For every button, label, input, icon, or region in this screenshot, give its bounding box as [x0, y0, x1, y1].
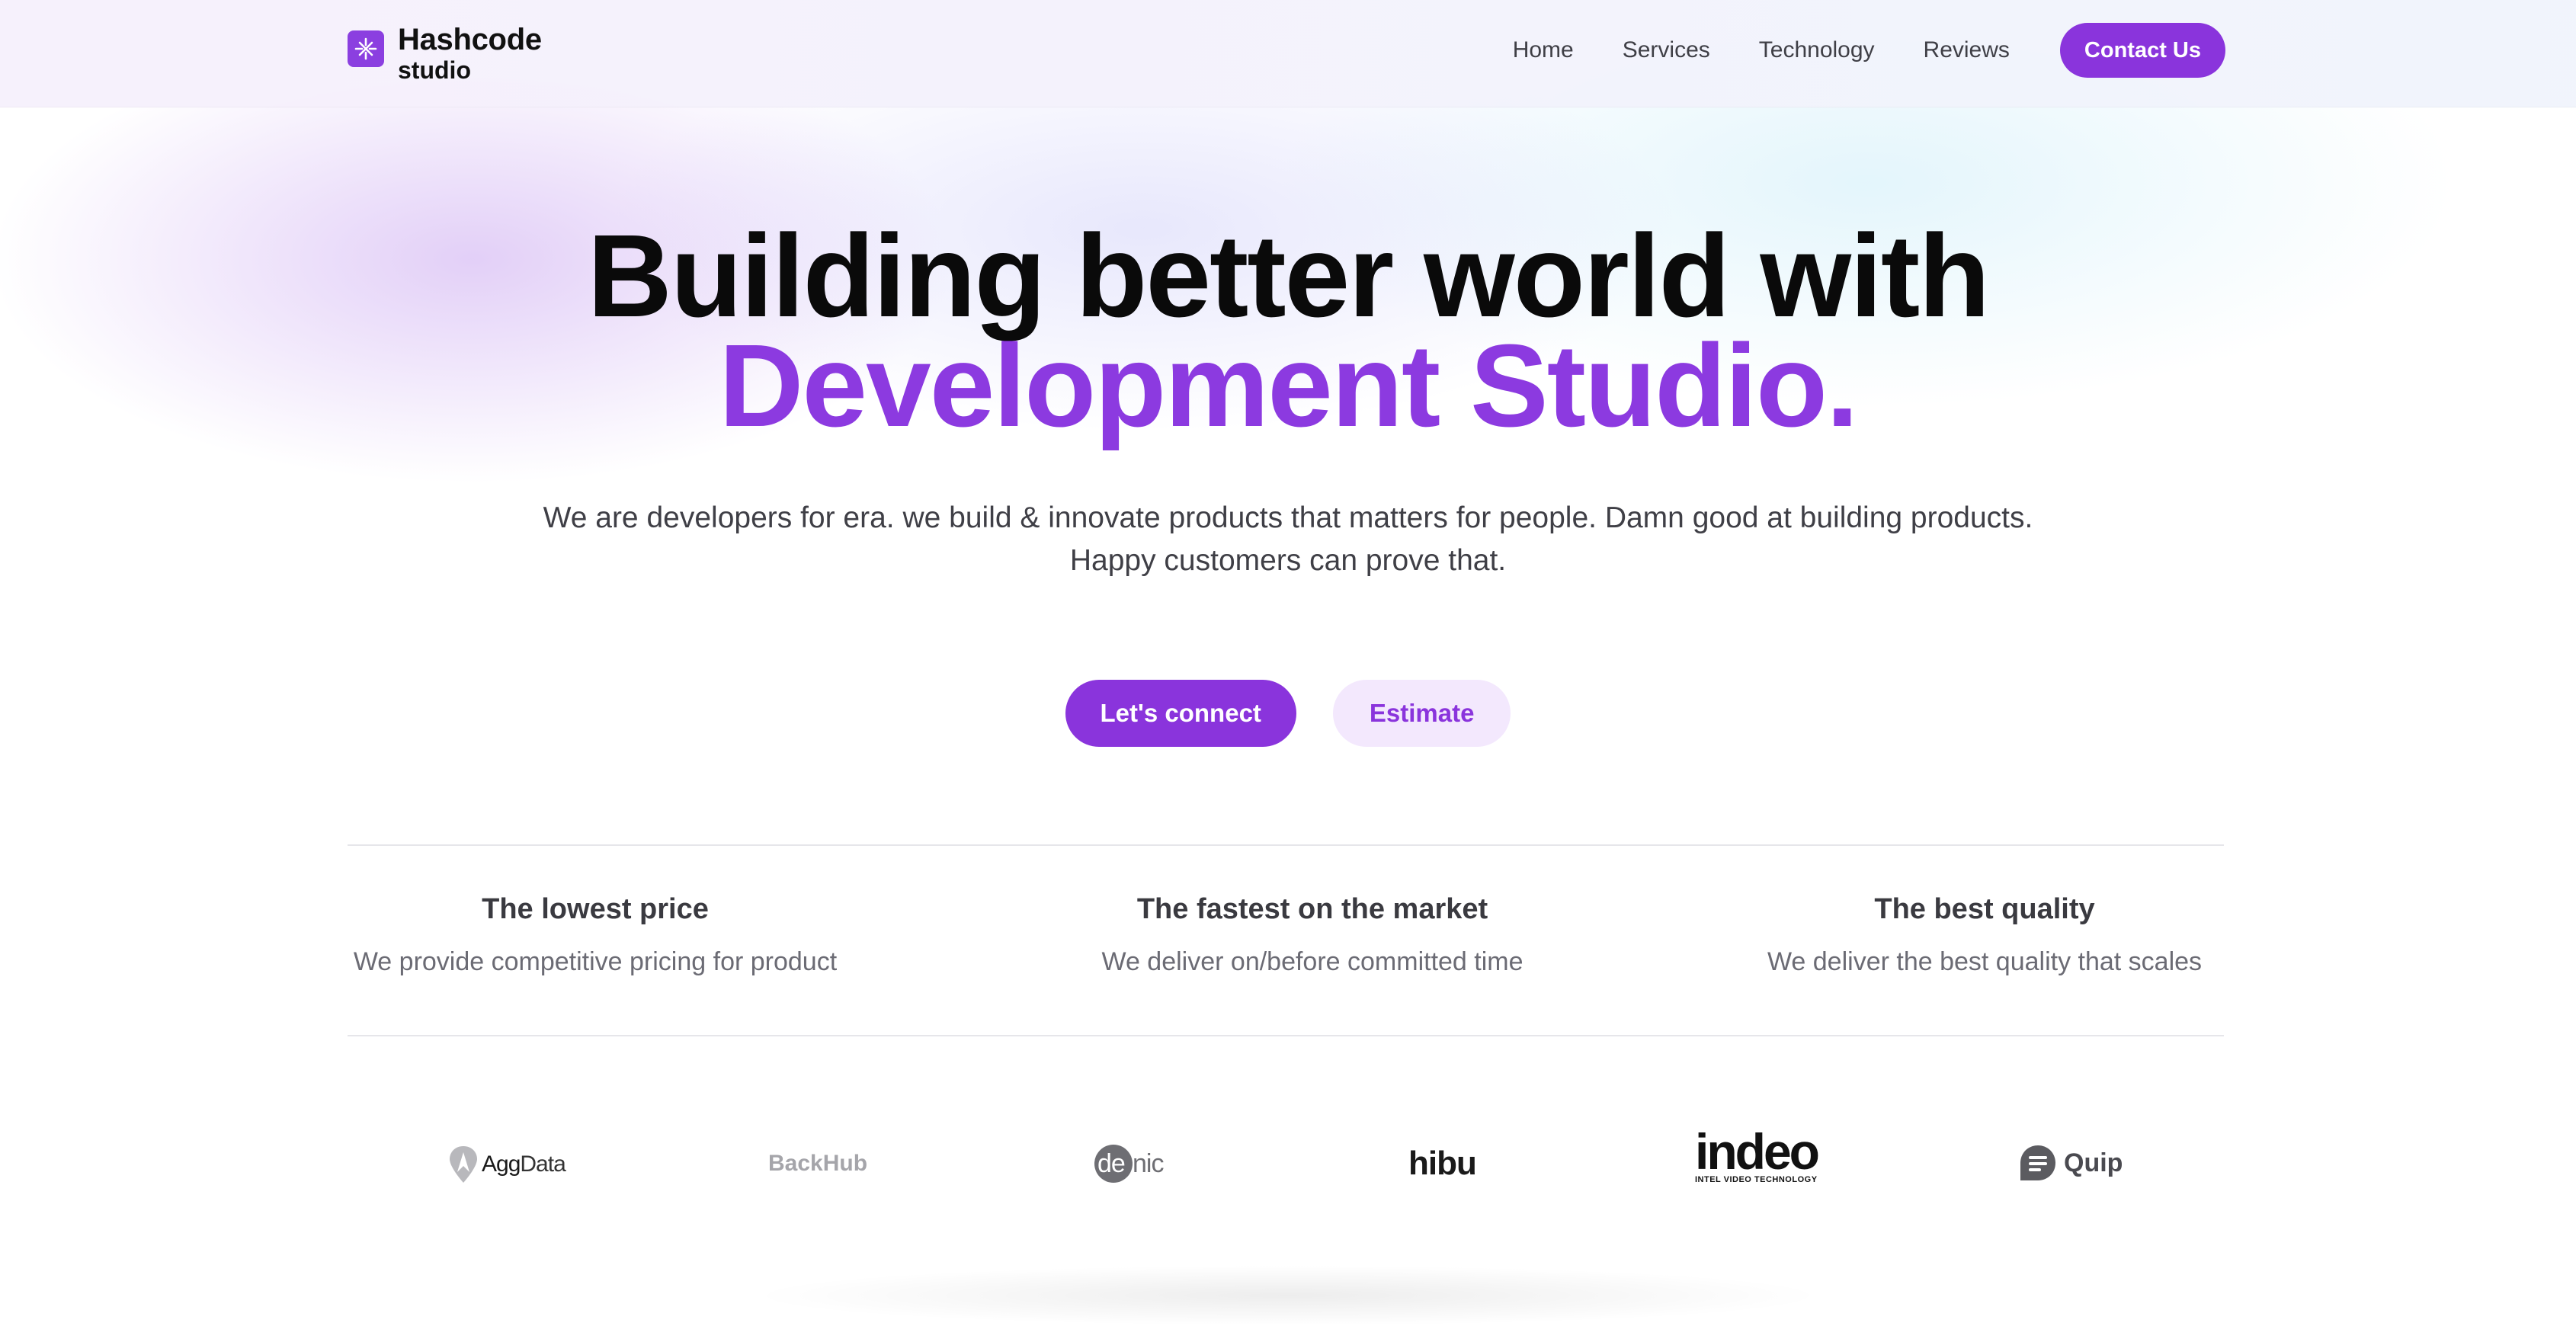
feature-description: We deliver on/before committed time — [1101, 947, 1523, 976]
aggdata-text-a: Agg — [482, 1151, 521, 1177]
hero-title: Building better world with Development S… — [0, 210, 2576, 451]
feature-title: The best quality — [1874, 893, 2095, 925]
logo-name: Hashcode — [398, 23, 542, 56]
feature-lowest-price: The lowest price We provide competitive … — [348, 893, 843, 977]
denic-text-b: nic — [1133, 1148, 1164, 1178]
main-nav: Home Services Technology Reviews Contact… — [1513, 23, 2225, 78]
features-section: The lowest price We provide competitive … — [348, 846, 2224, 1035]
logo-cross-icon — [348, 30, 384, 67]
denic-text-a: de — [1097, 1148, 1126, 1178]
nav-home[interactable]: Home — [1513, 37, 1574, 63]
aggdata-pin-icon — [450, 1146, 477, 1183]
backhub-text: BackHub — [768, 1151, 868, 1176]
brand-hibu-logo: hibu — [1408, 1145, 1477, 1183]
estimate-button[interactable]: Estimate — [1332, 680, 1511, 747]
feature-description: We provide competitive pricing for produ… — [353, 947, 838, 976]
indeo-text: indeo — [1695, 1123, 1820, 1180]
brand-indeo-logo: indeo INTEL VIDEO TECHNOLOGY — [1695, 1123, 1820, 1184]
brand-aggdata-logo: AggData — [448, 1145, 566, 1184]
nav-reviews[interactable]: Reviews — [1924, 37, 2010, 63]
feature-title: The lowest price — [482, 893, 709, 925]
nav-technology[interactable]: Technology — [1759, 37, 1875, 63]
hero-cta-row: Let's connect Estimate — [0, 680, 2576, 747]
hero-subtitle: We are developers for era. we build & in… — [488, 497, 2088, 582]
client-logos: AggData BackHub de nic hibu indeo INTEL … — [348, 1123, 2224, 1204]
brand-quip-logo: Quip — [2018, 1143, 2123, 1183]
indeo-tagline: INTEL VIDEO TECHNOLOGY — [1695, 1175, 1818, 1184]
quip-text: Quip — [2064, 1148, 2123, 1177]
feature-fastest: The fastest on the market We deliver on/… — [1099, 893, 1526, 977]
feature-best-quality: The best quality We deliver the best qua… — [1745, 893, 2224, 977]
hero-subtitle-line2: Happy customers can prove that. — [1069, 544, 1507, 577]
feature-description: We deliver the best quality that scales — [1767, 947, 2203, 976]
hero-title-highlight: Development Studio. — [719, 320, 1859, 451]
brand-backhub-logo: BackHub — [768, 1151, 867, 1177]
quip-bubble-icon — [2020, 1145, 2055, 1180]
hero-subtitle-line1: We are developers for era. we build & in… — [543, 501, 2033, 534]
site-header: Hashcode studio Home Services Technology… — [0, 0, 2576, 107]
aggdata-text-b: Data — [520, 1151, 566, 1177]
brand-denic-logo: de nic — [1094, 1145, 1164, 1183]
hero-title-line1: Building better world with — [587, 210, 1991, 341]
logo-subname: studio — [398, 56, 471, 84]
nav-services[interactable]: Services — [1623, 37, 1710, 63]
features-bottom-divider — [348, 1035, 2224, 1036]
brand-logo[interactable]: Hashcode studio — [348, 24, 542, 82]
contact-us-button[interactable]: Contact Us — [2059, 23, 2225, 78]
feature-title: The fastest on the market — [1136, 893, 1488, 925]
lets-connect-button[interactable]: Let's connect — [1065, 680, 1296, 747]
denic-circle-icon: de — [1094, 1145, 1133, 1183]
next-section-card-edge — [747, 1265, 1829, 1326]
hibu-text: hibu — [1408, 1145, 1477, 1182]
